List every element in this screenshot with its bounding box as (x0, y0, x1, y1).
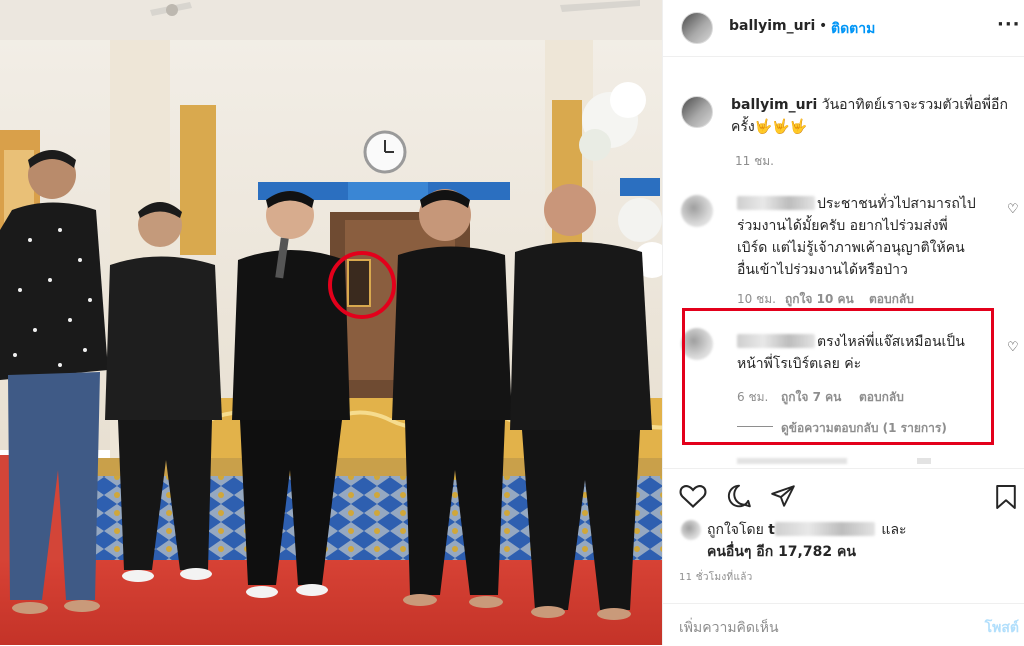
bookmark-icon[interactable] (995, 483, 1017, 511)
comment-text: อื่นเข้าไปร่วมงานได้หรือป่าว (737, 262, 908, 278)
comment-item: ประชาชนทั่วไปสามารถไป ร่วมงานได้มั้ยครับ… (737, 193, 1007, 281)
post-header: ballyim_uri • ติดตาม ··· (663, 0, 1024, 57)
comment-time: 10 ชม. (737, 292, 776, 306)
comment-text: ประชาชนทั่วไปสามารถไป (817, 196, 976, 212)
comment-like-heart-icon[interactable]: ♡ (1007, 340, 1019, 355)
liker-name[interactable]: t (768, 522, 775, 538)
caption-username[interactable]: ballyim_uri (731, 97, 817, 113)
liker-avatar[interactable] (681, 520, 701, 540)
caption-text-line1: วันอาทิตย์เราจะรวมตัวเพื่อพี่อีก (821, 97, 1008, 113)
comment-input[interactable]: เพิ่มความคิดเห็น (679, 617, 779, 639)
likes-others-link[interactable]: คนอื่นๆ อีก 17,782 คน (707, 544, 856, 560)
post-comment-button[interactable]: โพสต์ (985, 617, 1019, 639)
comment-reply-button[interactable]: ตอบกลับ (869, 290, 914, 309)
likes-and-label: และ (881, 522, 907, 538)
like-heart-icon[interactable] (679, 483, 707, 509)
comment-text: เบิร์ด แต่ไม่รู้เจ้าภาพเค้าอนุญาติให้คน (737, 240, 965, 256)
more-horizontal-icon[interactable]: ··· (997, 14, 1021, 35)
share-paper-plane-icon[interactable] (769, 483, 797, 509)
likes-summary: ถูกใจโดย t และ คนอื่นๆ อีก 17,782 คน (707, 519, 1007, 563)
comment-likes[interactable]: ถูกใจ 10 คน (785, 290, 854, 309)
caption-text-line2: ครั้ง🤟🤟🤟 (731, 119, 808, 135)
post-timestamp: 11 ชั่วโมงที่แล้ว (679, 572, 753, 583)
highlight-box (682, 308, 994, 445)
author-avatar[interactable] (681, 12, 713, 44)
separator-dot: • (819, 18, 828, 34)
comment-text: ร่วมงานได้มั้ยครับ อยากไปร่วมส่งพี่ (737, 218, 948, 234)
add-comment-bar: เพิ่มความคิดเห็น โพสต์ (663, 603, 1024, 646)
next-comment-preview (917, 458, 931, 464)
next-comment-preview (737, 458, 847, 464)
caption-avatar[interactable] (681, 96, 713, 128)
comment-like-heart-icon[interactable]: ♡ (1007, 202, 1019, 217)
liker-name-blurred[interactable] (774, 522, 875, 536)
caption-time: 11 ชม. (735, 154, 774, 168)
commenter-username[interactable] (737, 196, 815, 210)
post-photo[interactable] (0, 0, 662, 645)
author-username[interactable]: ballyim_uri (729, 18, 815, 34)
follow-button[interactable]: ติดตาม (831, 18, 875, 40)
action-bar (663, 468, 1024, 509)
caption: ballyim_uri วันอาทิตย์เราจะรวมตัวเพื่อพี… (731, 94, 1013, 138)
comment-bubble-icon[interactable] (725, 483, 753, 509)
liked-by-label: ถูกใจโดย (707, 522, 764, 538)
comment-avatar[interactable] (681, 195, 713, 227)
